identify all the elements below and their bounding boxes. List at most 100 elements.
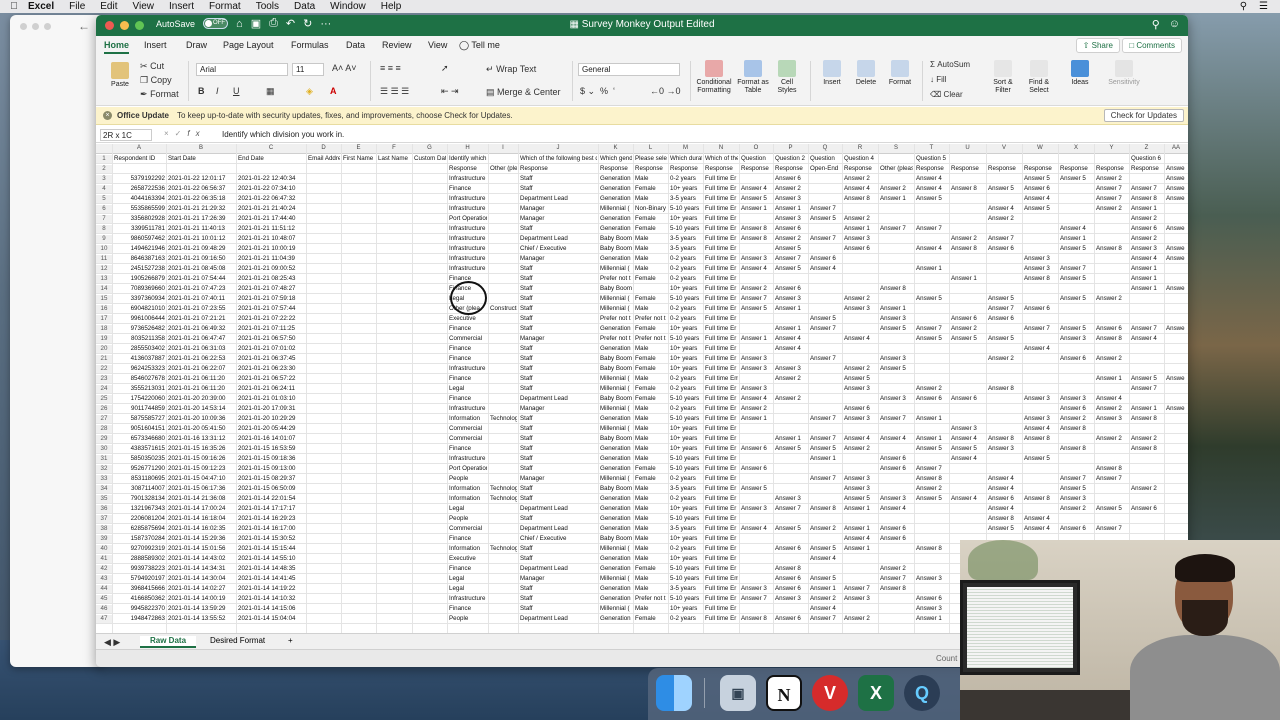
- table-cell[interactable]: Answer 2: [844, 365, 877, 373]
- table-cell[interactable]: Answer 6: [810, 255, 841, 263]
- row-number[interactable]: 12: [96, 265, 112, 273]
- table-cell[interactable]: Answer 5: [1060, 245, 1093, 253]
- table-cell[interactable]: Answer 1: [880, 195, 913, 203]
- table-cell[interactable]: 1587370284: [114, 535, 165, 543]
- table-cell[interactable]: Answer 2: [844, 215, 877, 223]
- table-cell[interactable]: Answer 4: [844, 185, 877, 193]
- table-cell[interactable]: Answer 1: [844, 505, 877, 513]
- table-cell[interactable]: Full time Er: [705, 225, 738, 233]
- table-cell[interactable]: 2021-01-21 21:40:24: [238, 205, 305, 213]
- table-cell[interactable]: 2021-01-14 14:34:31: [168, 565, 235, 573]
- table-cell[interactable]: Male: [635, 455, 667, 463]
- table-cell[interactable]: 10+ years: [670, 535, 702, 543]
- table-cell[interactable]: Response: [1060, 165, 1093, 173]
- table-cell[interactable]: Male: [635, 415, 667, 423]
- row-number[interactable]: 26: [96, 405, 112, 413]
- table-cell[interactable]: Finance: [449, 565, 487, 573]
- table-cell[interactable]: Chief / Executive: [520, 535, 597, 543]
- column-header[interactable]: G: [412, 145, 447, 151]
- table-cell[interactable]: Infrastructure: [449, 225, 487, 233]
- table-cell[interactable]: Answer 5: [775, 245, 807, 253]
- tab-insert[interactable]: Insert: [144, 40, 167, 50]
- row-number[interactable]: 37: [96, 515, 112, 523]
- table-cell[interactable]: Staff: [520, 365, 597, 373]
- fill-color-icon[interactable]: ◈: [306, 86, 313, 97]
- table-cell[interactable]: Answer 8: [1096, 465, 1128, 473]
- table-cell[interactable]: 2021-01-15 08:29:37: [238, 475, 305, 483]
- column-header[interactable]: H: [447, 145, 488, 151]
- table-cell[interactable]: 10+ years: [670, 365, 702, 373]
- table-cell[interactable]: 2021-01-15 16:35:26: [168, 445, 235, 453]
- table-cell[interactable]: Finance: [449, 345, 487, 353]
- table-cell[interactable]: 2021-01-16 14:01:07: [238, 435, 305, 443]
- row-number[interactable]: 31: [96, 455, 112, 463]
- column-header[interactable]: V: [986, 145, 1022, 151]
- table-cell[interactable]: 2021-01-14 16:17:00: [238, 525, 305, 533]
- table-cell[interactable]: People: [449, 515, 487, 523]
- account-icon[interactable]: ☺: [1169, 18, 1180, 31]
- table-cell[interactable]: Answer 6: [775, 285, 807, 293]
- table-cell[interactable]: 1321967343: [114, 505, 165, 513]
- table-cell[interactable]: Answer 3: [741, 365, 772, 373]
- table-cell[interactable]: 2021-01-21 01:03:10: [238, 395, 305, 403]
- table-cell[interactable]: Answer 8: [1131, 415, 1163, 423]
- table-cell[interactable]: Answer 6: [951, 395, 985, 403]
- table-cell[interactable]: Baby Boom: [600, 235, 632, 243]
- table-cell[interactable]: Female: [635, 365, 667, 373]
- table-cell[interactable]: Answer 2: [988, 215, 1021, 223]
- table-cell[interactable]: Full time Er: [705, 175, 738, 183]
- table-cell[interactable]: 2021-01-21 07:23:55: [168, 305, 235, 313]
- cell-styles-button[interactable]: Cell Styles: [772, 60, 802, 95]
- table-cell[interactable]: Millennial (: [600, 425, 632, 433]
- table-cell[interactable]: Answer 7: [810, 615, 841, 623]
- table-cell[interactable]: Answer 5: [916, 295, 948, 303]
- table-cell[interactable]: Answer 2: [1131, 435, 1163, 443]
- table-cell[interactable]: Full time Er: [705, 545, 738, 553]
- table-cell[interactable]: 2021-01-22 06:47:32: [238, 195, 305, 203]
- table-cell[interactable]: Answer 8: [951, 185, 985, 193]
- tell-me-box[interactable]: ◯ Tell me: [459, 40, 500, 51]
- table-cell[interactable]: Generation: [600, 255, 632, 263]
- table-cell[interactable]: Legal: [449, 575, 487, 583]
- table-cell[interactable]: Staff: [520, 555, 597, 563]
- table-cell[interactable]: Answer 8: [988, 515, 1021, 523]
- table-cell[interactable]: Answer 3: [741, 505, 772, 513]
- table-cell[interactable]: Full time Er: [705, 295, 738, 303]
- table-cell[interactable]: 2021-01-14 14:02:27: [168, 585, 235, 593]
- table-cell[interactable]: Answer 6: [880, 455, 913, 463]
- delete-cells-button[interactable]: Delete: [850, 60, 882, 87]
- table-cell[interactable]: Millennial (: [600, 575, 632, 583]
- table-cell[interactable]: 2021-01-20 17:09:31: [238, 405, 305, 413]
- table-cell[interactable]: Answer 2: [1096, 175, 1128, 183]
- table-cell[interactable]: 1905266879: [114, 275, 165, 283]
- table-cell[interactable]: 3-5 years: [670, 585, 702, 593]
- table-cell[interactable]: Answer 1: [775, 435, 807, 443]
- table-cell[interactable]: Answer 3: [880, 395, 913, 403]
- table-cell[interactable]: Answer 4: [844, 335, 877, 343]
- table-cell[interactable]: Staff: [520, 305, 597, 313]
- column-header[interactable]: A: [112, 145, 166, 151]
- table-cell[interactable]: Response: [670, 165, 702, 173]
- table-cell[interactable]: Department Lead: [520, 615, 597, 623]
- table-cell[interactable]: 2021-01-21 06:37:45: [238, 355, 305, 363]
- table-cell[interactable]: Commercial: [449, 425, 487, 433]
- table-cell[interactable]: 3-5 years: [670, 195, 702, 203]
- table-cell[interactable]: Prefer not t: [600, 315, 632, 323]
- menu-file[interactable]: File: [69, 1, 85, 12]
- dock-preview-icon[interactable]: ▣: [720, 675, 756, 711]
- column-header[interactable]: Y: [1094, 145, 1129, 151]
- table-cell[interactable]: Answer 3: [880, 495, 913, 503]
- table-cell[interactable]: Staff: [520, 545, 597, 553]
- table-cell[interactable]: Millennial (: [600, 405, 632, 413]
- row-number[interactable]: 10: [96, 245, 112, 253]
- font-size-select[interactable]: 11: [292, 63, 324, 76]
- table-cell[interactable]: 9860597462: [114, 235, 165, 243]
- table-cell[interactable]: Technolog: [490, 485, 517, 493]
- row-number[interactable]: 38: [96, 525, 112, 533]
- table-cell[interactable]: Answer 2: [775, 235, 807, 243]
- table-cell[interactable]: Answer 4: [916, 245, 948, 253]
- table-cell[interactable]: 2021-01-21 11:40:13: [168, 225, 235, 233]
- table-cell[interactable]: 2451527238: [114, 265, 165, 273]
- table-cell[interactable]: 2021-01-21 06:57:50: [238, 335, 305, 343]
- table-cell[interactable]: Answer 6: [988, 495, 1021, 503]
